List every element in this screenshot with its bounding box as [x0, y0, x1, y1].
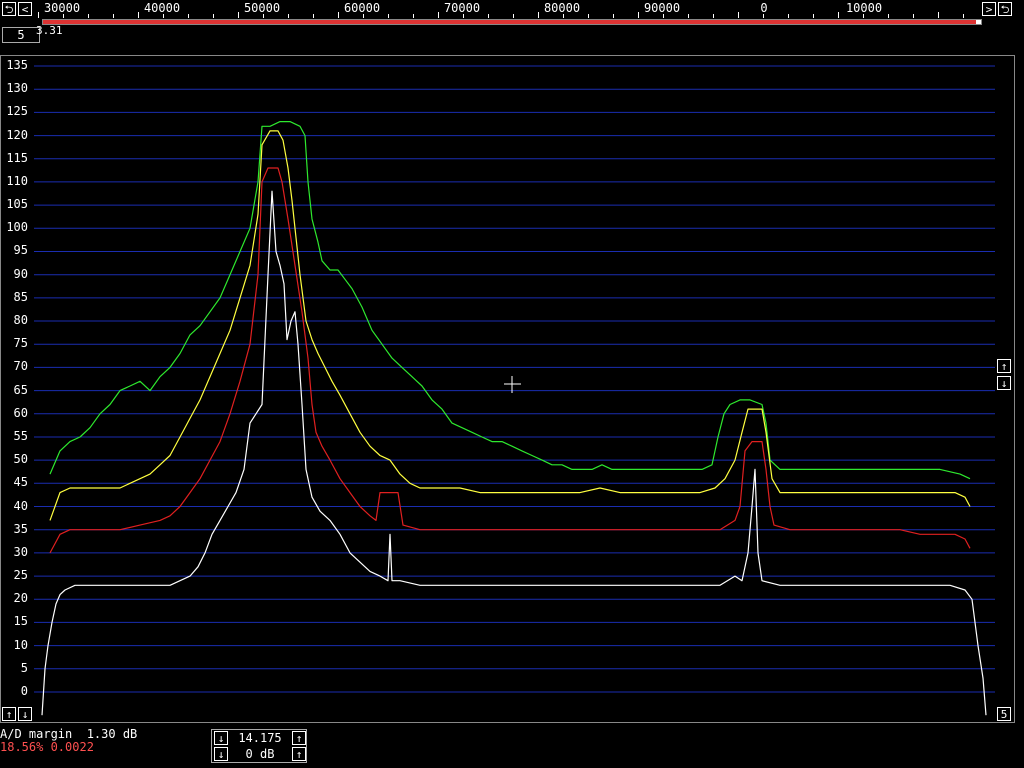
- y-tick-label: 45: [13, 475, 28, 490]
- frequency-scale[interactable]: 30000 40000 50000 60000 70000 80000 90000 0 1000…: [38, 0, 982, 20]
- top-readout-box[interactable]: 5: [2, 27, 40, 43]
- spectrum-plot[interactable]: [0, 55, 1000, 723]
- frequency-value[interactable]: 14.175: [230, 731, 290, 745]
- y-tick-label: 75: [13, 336, 28, 351]
- scroll-right-far-button[interactable]: ⮌: [998, 2, 1012, 16]
- y-tick-label: 65: [13, 382, 28, 397]
- y-tick-label: 95: [13, 243, 28, 258]
- scroll-left-far-button[interactable]: ⮌: [2, 2, 16, 16]
- scale-down-button[interactable]: ↓: [997, 376, 1011, 390]
- frequency-up-button[interactable]: ↑: [292, 731, 306, 745]
- top-readout-fragment: 3.31: [36, 24, 63, 37]
- y-tick-label: 105: [6, 197, 28, 212]
- scroll-left-button[interactable]: <: [18, 2, 32, 16]
- y-tick-label: 25: [13, 568, 28, 583]
- gain-down-button[interactable]: ↓: [214, 747, 228, 761]
- y-tick-label: 100: [6, 220, 28, 235]
- frequency-tick-label: 60000: [343, 1, 381, 15]
- y-tick-label: 125: [6, 104, 28, 119]
- y-tick-label: 10: [13, 637, 28, 652]
- zero-up-button[interactable]: ↑: [2, 707, 16, 721]
- y-tick-label: 90: [13, 266, 28, 281]
- zero-down-button[interactable]: ↓: [18, 707, 32, 721]
- frequency-tick-label: 30000: [43, 1, 81, 15]
- frequency-tick-label: 90000: [643, 1, 681, 15]
- y-tick-label: 35: [13, 521, 28, 536]
- y-tick-label: 135: [6, 58, 28, 72]
- y-tick-label: 30: [13, 544, 28, 559]
- yellow-trace: [49, 130, 971, 521]
- frequency-down-button[interactable]: ↓: [214, 731, 228, 745]
- y-tick-label: 20: [13, 591, 28, 606]
- top-readout-value: 5: [17, 28, 25, 42]
- frequency-tick-label: 10000: [845, 1, 883, 15]
- red-trace: [49, 167, 971, 554]
- scale-up-button[interactable]: ↑: [997, 359, 1011, 373]
- progress-bar: [42, 19, 982, 25]
- white-trace: [41, 190, 987, 716]
- gain-up-button[interactable]: ↑: [292, 747, 306, 761]
- y-tick-label: 15: [13, 614, 28, 629]
- y-tick-label: 80: [13, 313, 28, 328]
- y-tick-label: 50: [13, 452, 28, 467]
- y-tick-label: 120: [6, 127, 28, 142]
- progress-fill: [43, 20, 977, 24]
- y-tick-label: 55: [13, 428, 28, 443]
- control-box: ↓ 14.175 ↑ ↓ 0 dB ↑: [211, 729, 307, 763]
- y-tick-label: 110: [6, 173, 28, 188]
- frequency-tick-label: 50000: [243, 1, 281, 15]
- frequency-tick-label: 70000: [443, 1, 481, 15]
- frequency-tick-label: 0: [760, 1, 768, 15]
- scroll-right-button[interactable]: >: [982, 2, 996, 16]
- scale-step-button[interactable]: 5: [997, 707, 1011, 721]
- y-tick-label: 85: [13, 289, 28, 304]
- frequency-tick-label: 80000: [543, 1, 581, 15]
- gain-value[interactable]: 0 dB: [230, 747, 290, 761]
- y-tick-label: 40: [13, 498, 28, 513]
- y-tick-label: 130: [6, 81, 28, 96]
- y-tick-label: 70: [13, 359, 28, 374]
- y-tick-label: 60: [13, 405, 28, 420]
- percent-status: 18.56% 0.0022: [0, 740, 94, 754]
- y-tick-label: 0: [20, 684, 28, 698]
- frequency-tick-label: 40000: [143, 1, 181, 15]
- green-trace: [49, 120, 971, 480]
- y-tick-label: 5: [20, 660, 28, 675]
- ad-margin-status: A/D margin 1.30 dB: [0, 727, 138, 741]
- y-tick-label: 115: [6, 150, 28, 165]
